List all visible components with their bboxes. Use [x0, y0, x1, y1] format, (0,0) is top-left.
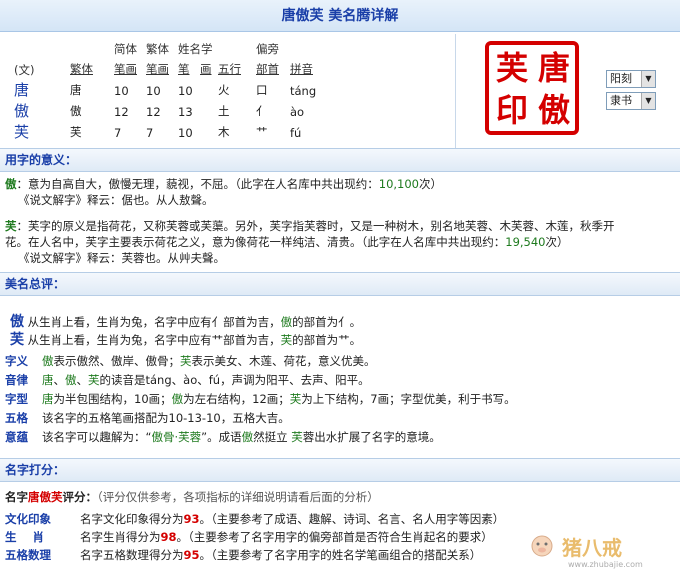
row-s3: 10 — [178, 126, 193, 140]
meaning-char: 傲 — [5, 177, 17, 191]
stamp-char: 傲 — [537, 91, 570, 129]
row-trad: 芙 — [70, 125, 82, 139]
engrave-style-value: 阳刻 — [610, 72, 632, 85]
chevron-down-icon[interactable]: ▼ — [641, 93, 655, 109]
review-text-wuge: 该名字的五格笔画搭配为10-13-10，五格大吉。 — [42, 411, 290, 425]
chevron-down-icon[interactable]: ▼ — [641, 71, 655, 87]
meaning-ao: 傲：意为自高自大，傲慢无理，藐视，不屈。（此字在人名库中共出现约：10,100次… — [5, 177, 442, 191]
header-strokes2: 笔画 — [146, 62, 169, 76]
meaning-fu-cont: 花。在人名中，芙字主要表示荷花之义，意为像荷花一样纯洁、清贵。（此字在人名库中共… — [5, 235, 569, 249]
score-label-zodiac: 生 肖 — [5, 530, 45, 544]
row-char: 芙 — [14, 123, 30, 141]
header-bushou: 部首 — [256, 62, 279, 76]
row-pinyin: fú — [290, 126, 302, 140]
row-s2: 7 — [146, 126, 154, 140]
header-pinyin: 拼音 — [290, 62, 313, 76]
section-score-header: 名字打分： — [0, 458, 680, 482]
meaning-fu: 芙：芙字的原义是指荷花，又称芙蓉或芙蕖。另外，芙字指芙蓉时，又是一种树木，别名地… — [5, 219, 615, 233]
watermark-text: 猪八戒 — [562, 536, 622, 560]
header-trad: 繁体 — [70, 62, 93, 76]
review-label-wuge: 五格 — [5, 411, 28, 425]
row-s2: 12 — [146, 105, 161, 119]
stamp-char: 芙 — [495, 49, 528, 87]
score-text-zodiac: 名字生肖得分为98。（主要参考了名字用字的偏旁部首是否符合生肖起名的要求） — [80, 530, 493, 544]
engrave-style-select[interactable]: 阳刻 ▼ — [606, 70, 656, 88]
review-label-shape: 字型 — [5, 392, 28, 406]
score-title: 名字唐傲芙评分：（评分仅供参考，各项指标的详细说明请看后面的分析） — [5, 490, 379, 504]
name-seal-stamp: 芙 唐 印 傲 — [485, 41, 579, 135]
row-s1: 7 — [114, 126, 122, 140]
review-label-connotation: 意蕴 — [5, 430, 28, 444]
stamp-char: 唐 — [537, 49, 570, 87]
row-wuxing: 火 — [218, 83, 230, 97]
row-char: 傲 — [14, 102, 30, 120]
score-label-culture: 文化印象 — [5, 512, 51, 526]
row-pinyin: ào — [290, 105, 305, 119]
score-label-wuge: 五格数理 — [5, 548, 51, 562]
review-text-meaning: 傲表示傲然、傲岸、傲骨；芙表示美女、木莲、荷花，意义优美。 — [42, 354, 376, 368]
header-simplified: 简体 — [114, 42, 137, 56]
row-trad: 傲 — [70, 104, 82, 118]
pig-logo-icon — [531, 535, 553, 557]
review-text-sound: 唐、傲、芙的读音是táng、ào、fú，声调为阳平、去声、阳平。 — [42, 373, 370, 387]
row-s1: 10 — [114, 84, 129, 98]
row-bushou: 艹 — [256, 125, 268, 139]
row-wuxing: 木 — [218, 125, 230, 139]
header-wuxing: 五行 — [218, 62, 241, 76]
row-s1: 12 — [114, 105, 129, 119]
header-radical: 偏旁 — [256, 42, 279, 56]
review-label-meaning: 字义 — [5, 354, 28, 368]
meaning-char: 芙 — [5, 219, 17, 233]
header-strokes3b: 画 — [200, 62, 212, 76]
meaning-ao-shuowen: 《说文解字》释云：倨也。从人敖聲。 — [18, 193, 214, 207]
font-style-value: 隶书 — [610, 94, 632, 107]
row-trad: 唐 — [70, 83, 82, 97]
stamp-char: 印 — [495, 91, 528, 129]
row-char: 唐 — [14, 81, 30, 99]
meaning-fu-shuowen: 《说文解字》释云：芙蓉也。从艸夫聲。 — [18, 251, 225, 265]
watermark-url: www.zhubajie.com — [568, 560, 643, 569]
stamp-panel: 芙 唐 印 傲 阳刻 ▼ 隶书 ▼ — [455, 34, 680, 148]
header-strokes3a: 笔 — [178, 62, 190, 76]
header-wen: (文) — [14, 63, 35, 77]
header-strokes1: 笔画 — [114, 62, 137, 76]
section-meaning-header: 用字的意义： — [0, 148, 680, 172]
review-label-sound: 音律 — [5, 373, 28, 387]
score-text-culture: 名字文化印象得分为93。（主要参考了成语、趣解、诗词、名言、名人用字等因素） — [80, 512, 505, 526]
row-s2: 10 — [146, 84, 161, 98]
row-wuxing: 土 — [218, 104, 230, 118]
review-zodiac-ao: 傲 从生肖上看，生肖为兔，名字中应有亻部首为吉，傲的部首为亻。 — [10, 314, 362, 330]
review-zodiac-fu: 芙 从生肖上看，生肖为兔，名字中应有艹部首为吉，芙的部首为艹。 — [10, 332, 362, 348]
font-style-select[interactable]: 隶书 ▼ — [606, 92, 656, 110]
char-info-table: 简体 繁体 姓名学 偏旁 (文) 繁体 笔画 笔画 笔 画 五行 部首 拼音 唐… — [10, 40, 330, 144]
score-text-wuge: 名字五格数理得分为95。（主要参考了名字用字的姓名学笔画组合的搭配关系） — [80, 548, 482, 562]
row-s3: 10 — [178, 84, 193, 98]
header-name-study: 姓名学 — [178, 42, 213, 56]
section-review-header: 美名总评： — [0, 272, 680, 296]
site-watermark: 猪八戒 www.zhubajie.com — [528, 528, 678, 572]
row-bushou: 亻 — [256, 104, 268, 118]
header-traditional: 繁体 — [146, 42, 169, 56]
row-s3: 13 — [178, 105, 193, 119]
review-text-shape: 唐为半包围结构，10画；傲为左右结构，12画；芙为上下结构，7画；字型优美，利于… — [42, 392, 516, 406]
row-bushou: 口 — [256, 83, 268, 97]
row-pinyin: táng — [290, 84, 317, 98]
page-title: 唐傲芙 美名腾详解 — [0, 0, 680, 32]
review-text-connotation: 该名字可以趣解为：“傲骨·芙蓉”。成语傲然挺立 芙蓉出水扩展了名字的意境。 — [42, 430, 441, 444]
